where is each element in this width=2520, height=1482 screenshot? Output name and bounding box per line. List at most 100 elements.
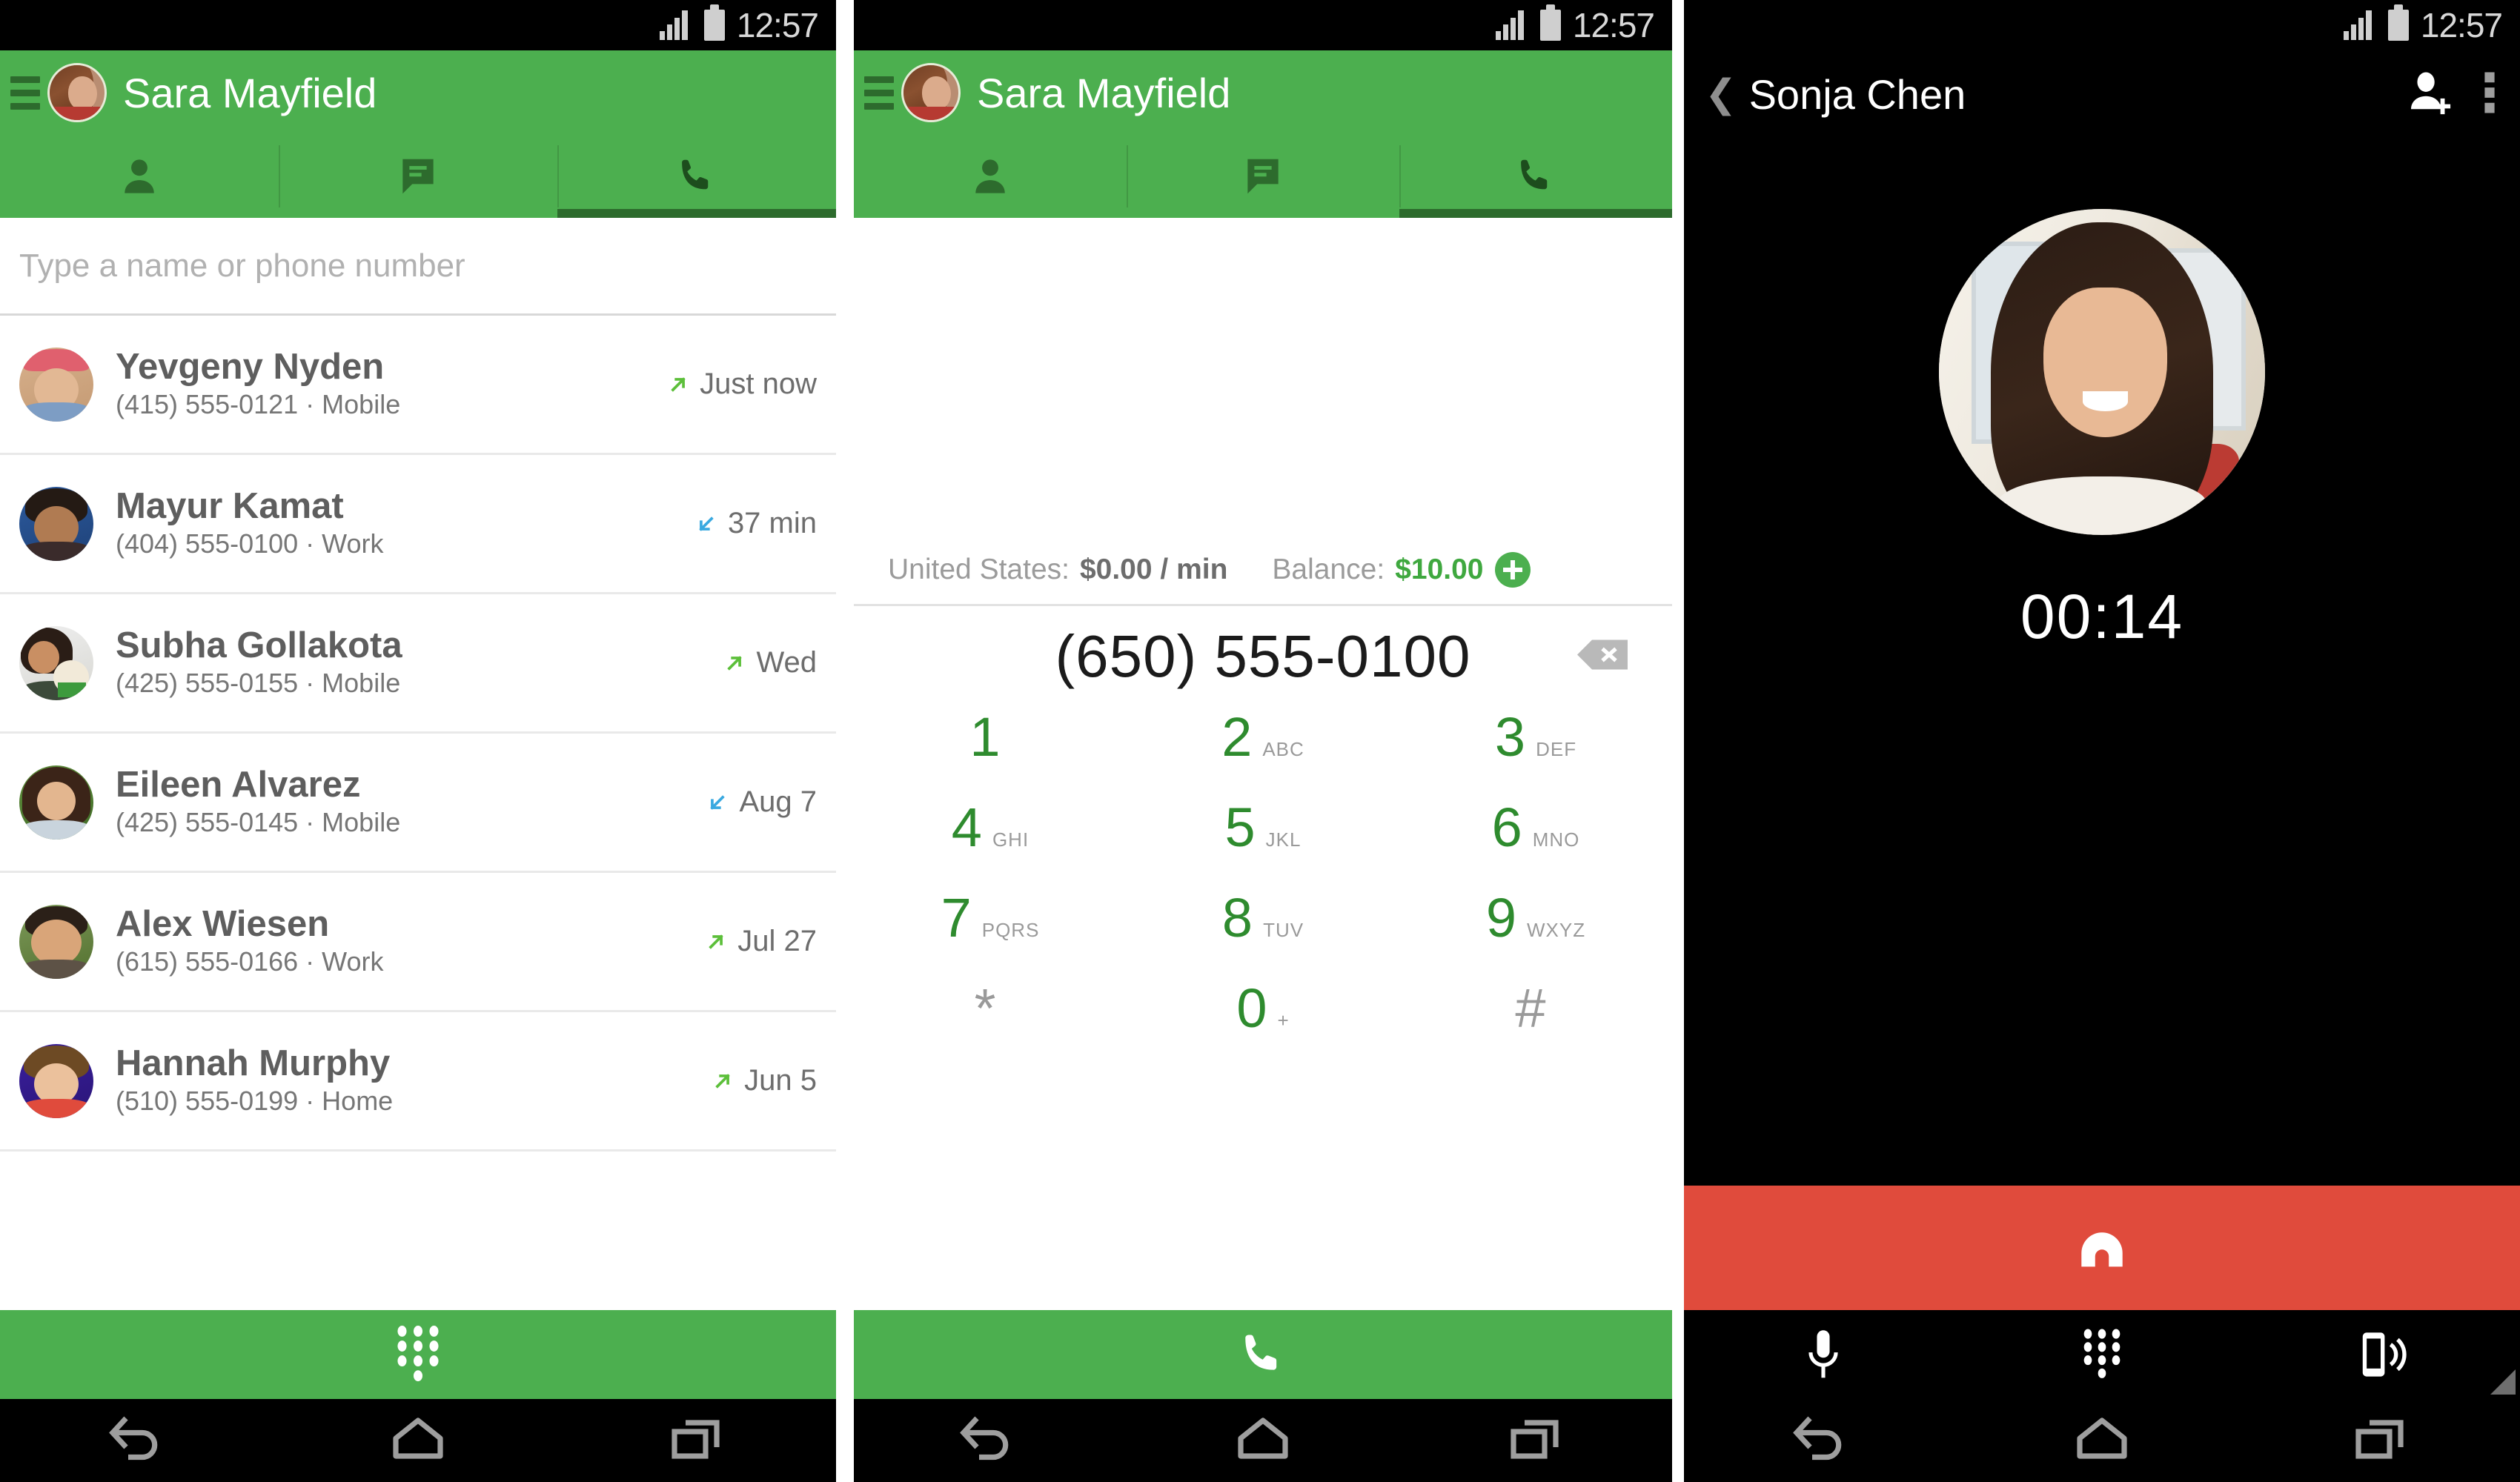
keypad-row: 7 PQRS 8 TUV 9 WXYZ [854, 891, 1672, 981]
avatar [19, 904, 93, 979]
table-row[interactable]: Alex Wiesen (615) 555-0166 · Work Jul 27 [0, 873, 836, 1012]
avatar [19, 625, 93, 700]
app-bar-title: Sara Mayfield [123, 69, 377, 116]
status-bar-time: 12:57 [736, 6, 819, 44]
status-bar: 12:57 [854, 0, 1672, 50]
key-digit: 0 [1236, 977, 1267, 1039]
contact-number: (415) 555-0121 · Mobile [116, 388, 401, 419]
tab-calls[interactable] [1399, 135, 1672, 218]
in-call-contact-photo [1939, 209, 2265, 535]
key-letters: + [1277, 1009, 1290, 1031]
table-row[interactable]: Hannah Murphy (510) 555-0199 · Home Jun … [0, 1012, 836, 1152]
tab-contacts[interactable] [854, 135, 1127, 218]
mute-button[interactable] [1684, 1327, 1963, 1382]
keypad-row: 4 GHI 5 JKL 6 MNO [854, 800, 1672, 891]
key-letters: PQRS [981, 919, 1040, 941]
nav-back-button[interactable] [1684, 1412, 1963, 1469]
nav-back-button[interactable] [0, 1412, 279, 1469]
key-2[interactable]: 2 ABC [1127, 710, 1399, 800]
android-nav-bar [854, 1399, 1672, 1482]
key-digit: 1 [969, 706, 1001, 768]
incoming-call-arrow-icon [710, 794, 726, 810]
table-row[interactable]: Yevgeny Nyden (415) 555-0121 · Mobile Ju… [0, 316, 836, 455]
dialed-number-row: (650) 555-0100 [854, 606, 1672, 707]
tab-messages[interactable] [1127, 135, 1399, 218]
user-avatar[interactable] [47, 63, 107, 122]
tab-contacts[interactable] [0, 135, 279, 218]
key-digit: 6 [1491, 797, 1522, 858]
nav-recents-button[interactable] [557, 1412, 836, 1469]
hamburger-menu-icon[interactable] [864, 76, 894, 110]
nav-home-button[interactable] [279, 1412, 557, 1469]
key-hash[interactable]: # [1399, 981, 1672, 1071]
avatar [19, 486, 93, 561]
plus-circle-icon[interactable] [1495, 551, 1531, 588]
key-4[interactable]: 4 GHI [854, 800, 1127, 891]
contact-name: Alex Wiesen [116, 903, 330, 944]
in-call-header: ❮ Sonja Chen [1684, 50, 2520, 138]
status-bar-time: 12:57 [1572, 6, 1655, 44]
tab-active-indicator [557, 209, 836, 218]
nav-home-button[interactable] [1127, 1412, 1399, 1469]
user-avatar[interactable] [901, 63, 961, 122]
key-star[interactable]: * [854, 981, 1127, 1071]
overflow-menu-icon[interactable] [2480, 68, 2499, 121]
android-nav-bar [0, 1399, 836, 1482]
recents-icon [672, 1420, 720, 1459]
tab-active-indicator [1399, 209, 1672, 218]
key-0[interactable]: 0 + [1127, 981, 1399, 1071]
incoming-call-arrow-icon [699, 516, 714, 531]
key-7[interactable]: 7 PQRS [854, 891, 1127, 981]
table-row[interactable]: Subha Gollakota (425) 555-0155 · Mobile … [0, 594, 836, 734]
hamburger-menu-icon[interactable] [10, 76, 40, 110]
resize-grip-icon[interactable] [2490, 1369, 2516, 1395]
tab-calls[interactable] [557, 135, 836, 218]
backspace-icon[interactable] [1574, 637, 1631, 677]
dialer-empty-space [854, 218, 1672, 535]
battery-icon [703, 4, 725, 41]
table-row[interactable]: Eileen Alvarez (425) 555-0145 · Mobile A… [0, 734, 836, 873]
country-rate-label: United States: [888, 553, 1070, 585]
nav-back-button[interactable] [854, 1412, 1127, 1469]
tab-messages[interactable] [279, 135, 557, 218]
key-5[interactable]: 5 JKL [1127, 800, 1399, 891]
key-9[interactable]: 9 WXYZ [1399, 891, 1672, 981]
key-8[interactable]: 8 TUV [1127, 891, 1399, 981]
nav-recents-button[interactable] [2241, 1412, 2520, 1469]
contact-number: (425) 555-0145 · Mobile [116, 806, 401, 837]
outgoing-call-arrow-icon [671, 376, 686, 392]
nav-recents-button[interactable] [1399, 1412, 1672, 1469]
hangup-button[interactable] [1684, 1186, 2520, 1310]
back-arrow-icon [960, 1416, 1009, 1461]
status-bar: 12:57 [1684, 0, 2520, 50]
phone-screen-in-call: 12:57 ❮ Sonja Chen 00:14 [1684, 0, 2520, 1482]
app-bar: Sara Mayfield [0, 50, 836, 218]
signal-bars-icon [2343, 10, 2376, 40]
table-row[interactable]: Mayur Kamat (404) 555-0100 · Work 37 min [0, 455, 836, 594]
search-input[interactable]: Type a name or phone number [0, 218, 836, 316]
end-call-icon [2081, 1232, 2123, 1267]
call-button[interactable] [854, 1310, 1672, 1399]
key-digit: 9 [1485, 887, 1517, 948]
person-icon [975, 159, 1005, 193]
battery-icon [1539, 4, 1561, 41]
nav-home-button[interactable] [1963, 1412, 2241, 1469]
contact-number: (615) 555-0166 · Work [116, 946, 384, 977]
keypad-row: 1 2 ABC 3 DEF [854, 710, 1672, 800]
dialed-number: (650) 555-0100 [1055, 623, 1471, 689]
speaker-button[interactable] [2241, 1327, 2520, 1382]
back-arrow-icon [1793, 1416, 1842, 1461]
microphone-icon [1808, 1330, 1838, 1378]
search-placeholder: Type a name or phone number [19, 247, 465, 284]
add-person-icon[interactable] [2404, 68, 2459, 121]
key-3[interactable]: 3 DEF [1399, 710, 1672, 800]
phone-screen-dialer: 12:57 Sara Mayfield United States: $0.00… [854, 0, 1672, 1482]
dialpad-fab-bar[interactable] [0, 1310, 836, 1399]
key-1[interactable]: 1 [854, 710, 1127, 800]
tab-bar [0, 135, 836, 218]
dialpad-button[interactable] [1963, 1326, 2241, 1383]
contact-name: Mayur Kamat [116, 485, 344, 526]
chevron-left-icon[interactable]: ❮ [1705, 75, 1737, 113]
key-6[interactable]: 6 MNO [1399, 800, 1672, 891]
call-time: Jul 27 [737, 925, 817, 957]
